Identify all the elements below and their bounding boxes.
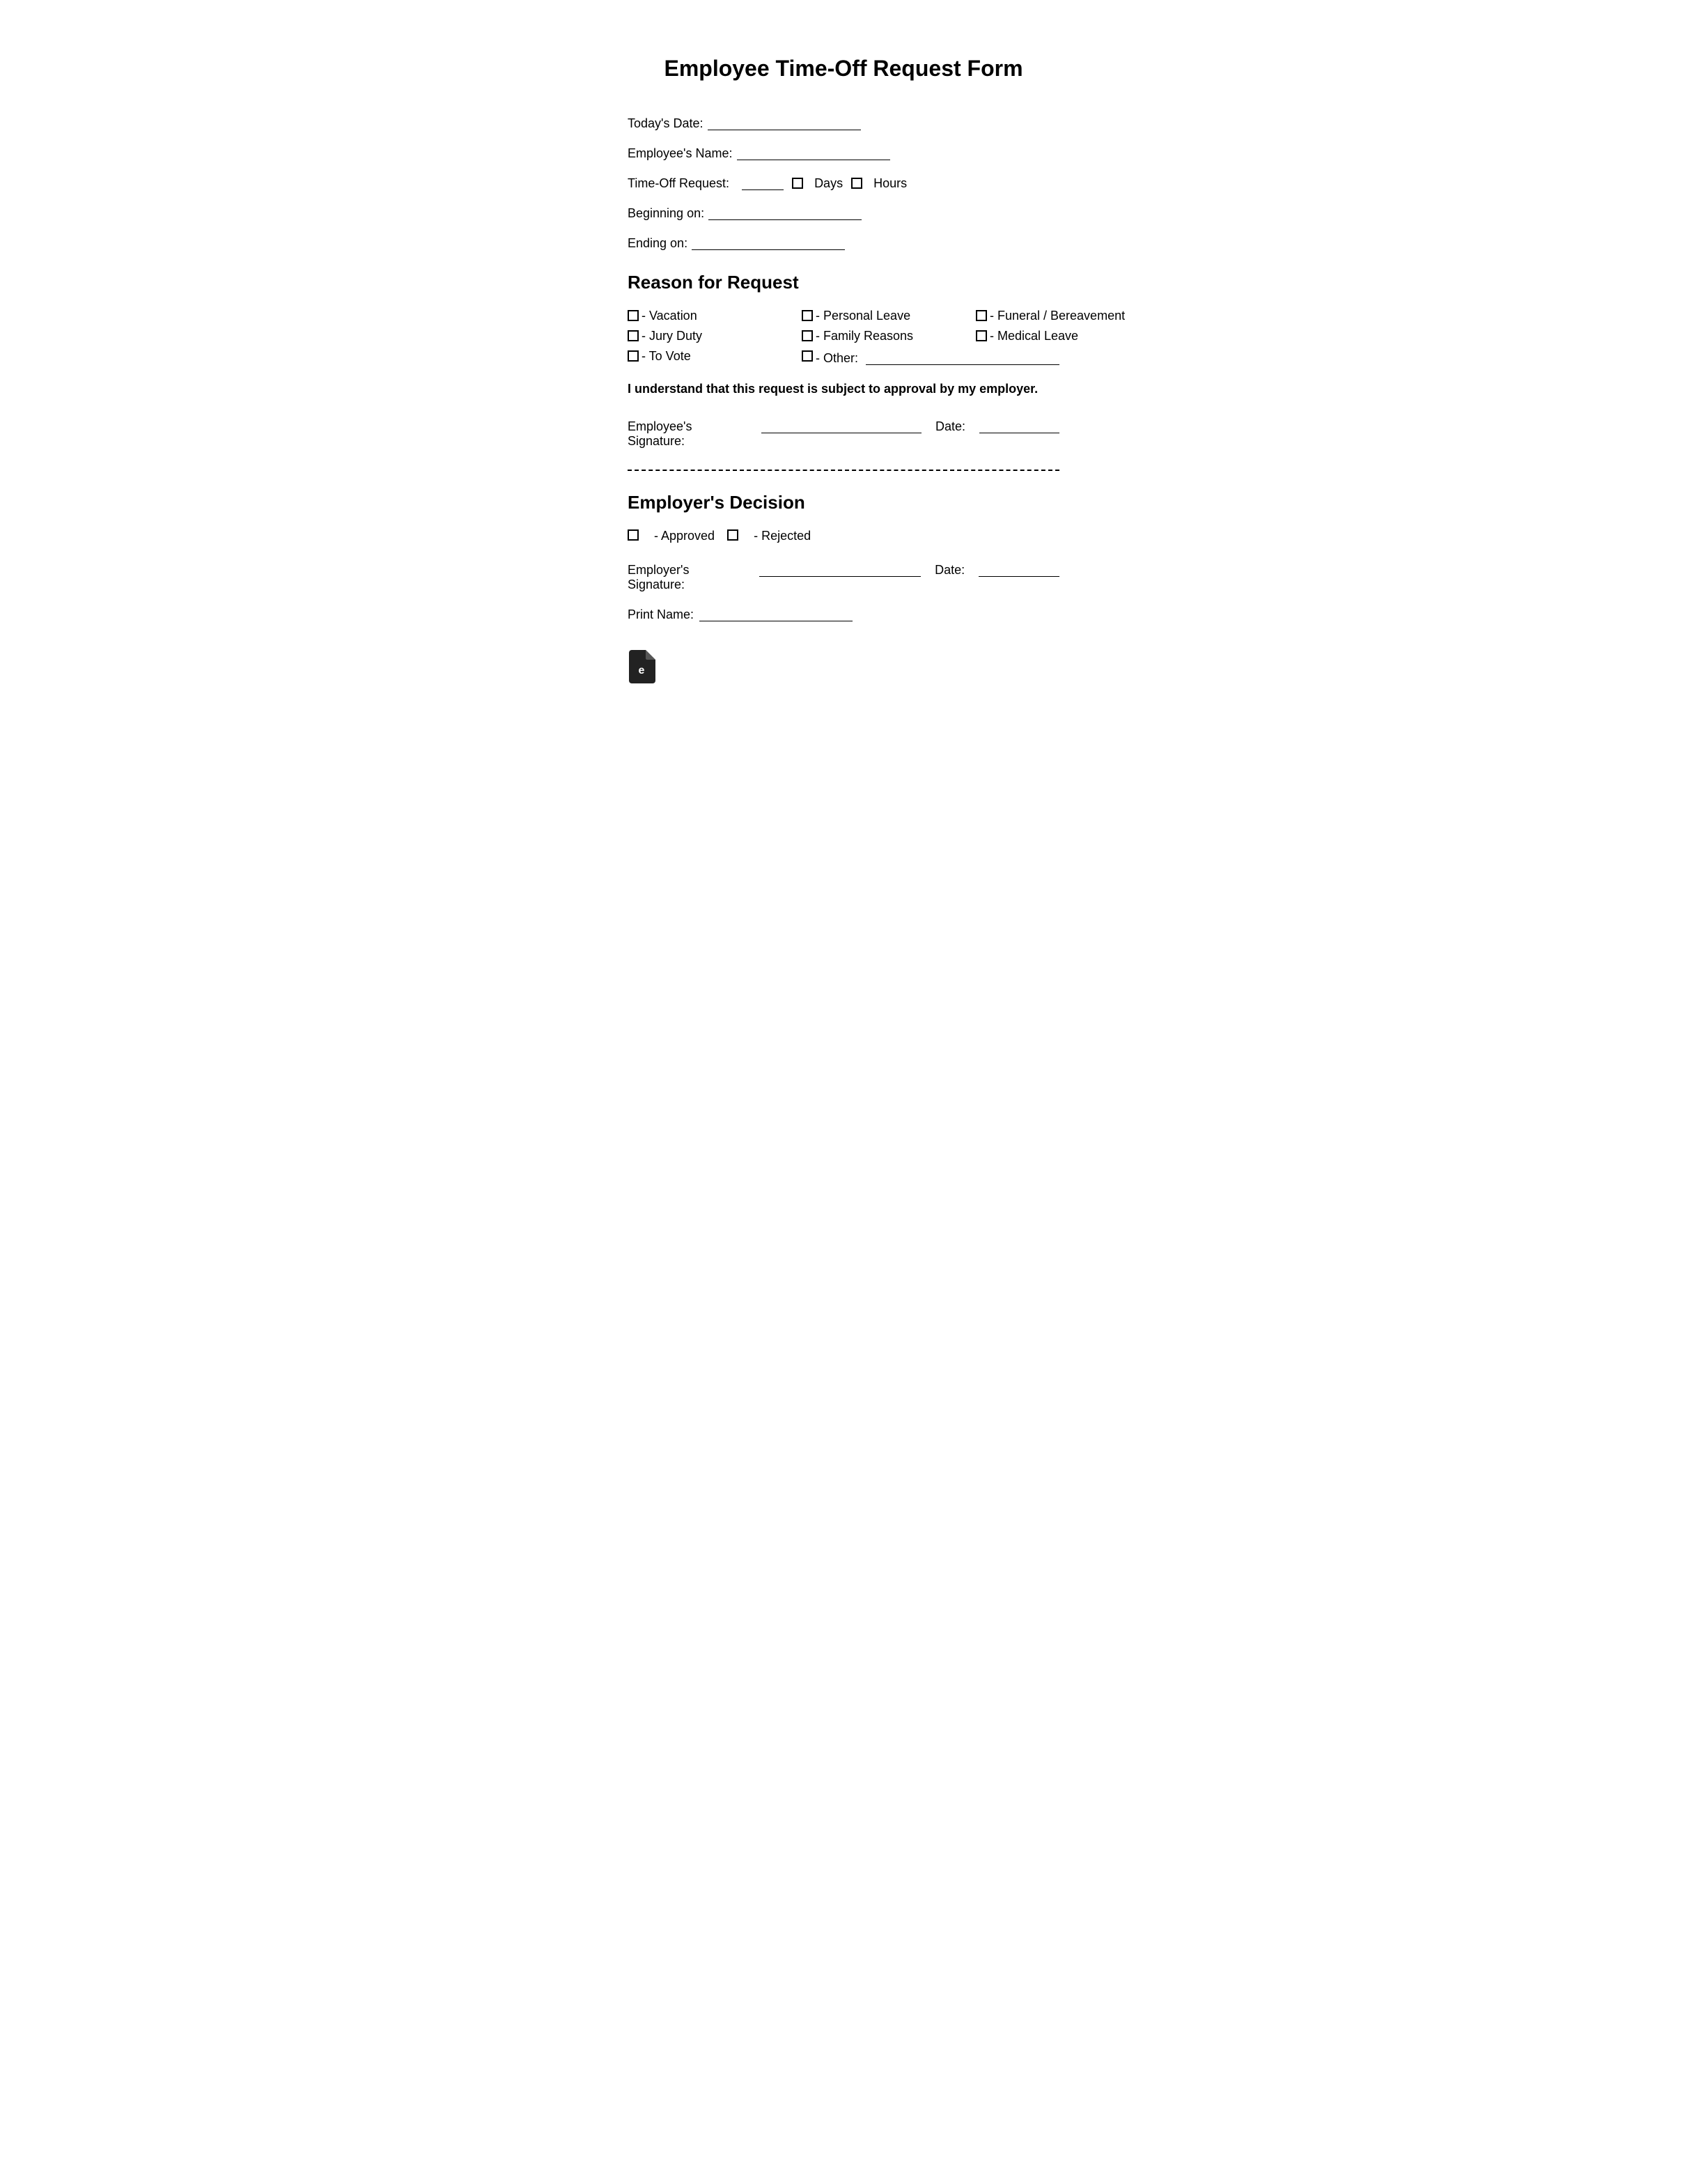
to-vote-label: - To Vote [642, 349, 691, 364]
family-reasons-label: - Family Reasons [816, 329, 913, 343]
ending-on-label: Ending on: [628, 236, 687, 251]
employee-sig-label: Employee's Signature: [628, 419, 747, 449]
ending-on-field: Ending on: [628, 236, 1059, 251]
beginning-on-field: Beginning on: [628, 206, 1059, 221]
reason-vacation: - Vacation [628, 309, 781, 323]
approved-checkbox[interactable] [628, 529, 639, 541]
todays-date-label: Today's Date: [628, 116, 703, 131]
medical-leave-label: - Medical Leave [990, 329, 1078, 343]
reason-other: - Other: [802, 351, 1059, 366]
rejected-checkbox[interactable] [727, 529, 738, 541]
print-name-row: Print Name: [628, 607, 1059, 622]
beginning-on-underline[interactable] [708, 219, 862, 220]
page-title: Employee Time-Off Request Form [628, 56, 1059, 82]
reason-row-1: - Vacation - Personal Leave - Funeral / … [628, 309, 1059, 323]
approved-label: - Approved [654, 529, 715, 543]
reason-medical-leave: - Medical Leave [976, 329, 1078, 343]
employer-signature-row: Employer's Signature: Date: [628, 563, 1059, 592]
funeral-label: - Funeral / Bereavement [990, 309, 1125, 323]
approved-rejected-row: - Approved - Rejected [628, 529, 1059, 543]
reason-row-3: - To Vote - Other: [628, 349, 1059, 366]
time-off-request-field: Time-Off Request: Days Hours [628, 176, 1059, 191]
ending-on-underline[interactable] [692, 249, 845, 250]
employees-name-label: Employee's Name: [628, 146, 733, 161]
days-checkbox[interactable] [792, 176, 806, 191]
approval-text: I understand that this request is subjec… [628, 380, 1059, 398]
reason-row-2: - Jury Duty - Family Reasons - Medical L… [628, 329, 1059, 343]
section-divider [628, 470, 1059, 471]
employer-section-heading: Employer's Decision [628, 492, 1059, 513]
todays-date-field: Today's Date: [628, 116, 1059, 131]
reason-to-vote: - To Vote [628, 349, 781, 364]
time-off-request-label: Time-Off Request: [628, 176, 729, 191]
reason-personal-leave: - Personal Leave [802, 309, 955, 323]
hours-label: Hours [873, 176, 907, 191]
personal-leave-label: - Personal Leave [816, 309, 910, 323]
employer-date-label: Date: [935, 563, 965, 578]
svg-text:e: e [639, 665, 645, 676]
family-reasons-checkbox[interactable] [802, 330, 813, 341]
employer-sig-underline[interactable] [759, 576, 921, 577]
days-label: Days [814, 176, 843, 191]
file-icon: e [628, 650, 655, 683]
reason-jury-duty: - Jury Duty [628, 329, 781, 343]
to-vote-checkbox[interactable] [628, 350, 639, 362]
hours-checkbox[interactable] [851, 176, 865, 191]
other-checkbox[interactable] [802, 350, 813, 362]
beginning-on-label: Beginning on: [628, 206, 704, 221]
reason-funeral: - Funeral / Bereavement [976, 309, 1125, 323]
reason-family-reasons: - Family Reasons [802, 329, 955, 343]
form-page: Employee Time-Off Request Form Today's D… [572, 14, 1115, 731]
vacation-label: - Vacation [642, 309, 697, 323]
personal-leave-checkbox[interactable] [802, 310, 813, 321]
jury-duty-checkbox[interactable] [628, 330, 639, 341]
medical-leave-checkbox[interactable] [976, 330, 987, 341]
bottom-file-icon: e [628, 650, 1059, 690]
print-name-label: Print Name: [628, 607, 694, 622]
reason-section-heading: Reason for Request [628, 272, 1059, 293]
rejected-label: - Rejected [754, 529, 811, 543]
employee-date-label: Date: [935, 419, 965, 434]
jury-duty-label: - Jury Duty [642, 329, 702, 343]
funeral-checkbox[interactable] [976, 310, 987, 321]
other-label: - Other: [816, 351, 862, 366]
vacation-checkbox[interactable] [628, 310, 639, 321]
employer-date-underline[interactable] [979, 576, 1059, 577]
employees-name-field: Employee's Name: [628, 146, 1059, 161]
time-off-amount-underline[interactable] [742, 189, 784, 190]
employee-signature-row: Employee's Signature: Date: [628, 419, 1059, 449]
other-underline[interactable] [866, 364, 1059, 365]
employer-sig-label: Employer's Signature: [628, 563, 745, 592]
